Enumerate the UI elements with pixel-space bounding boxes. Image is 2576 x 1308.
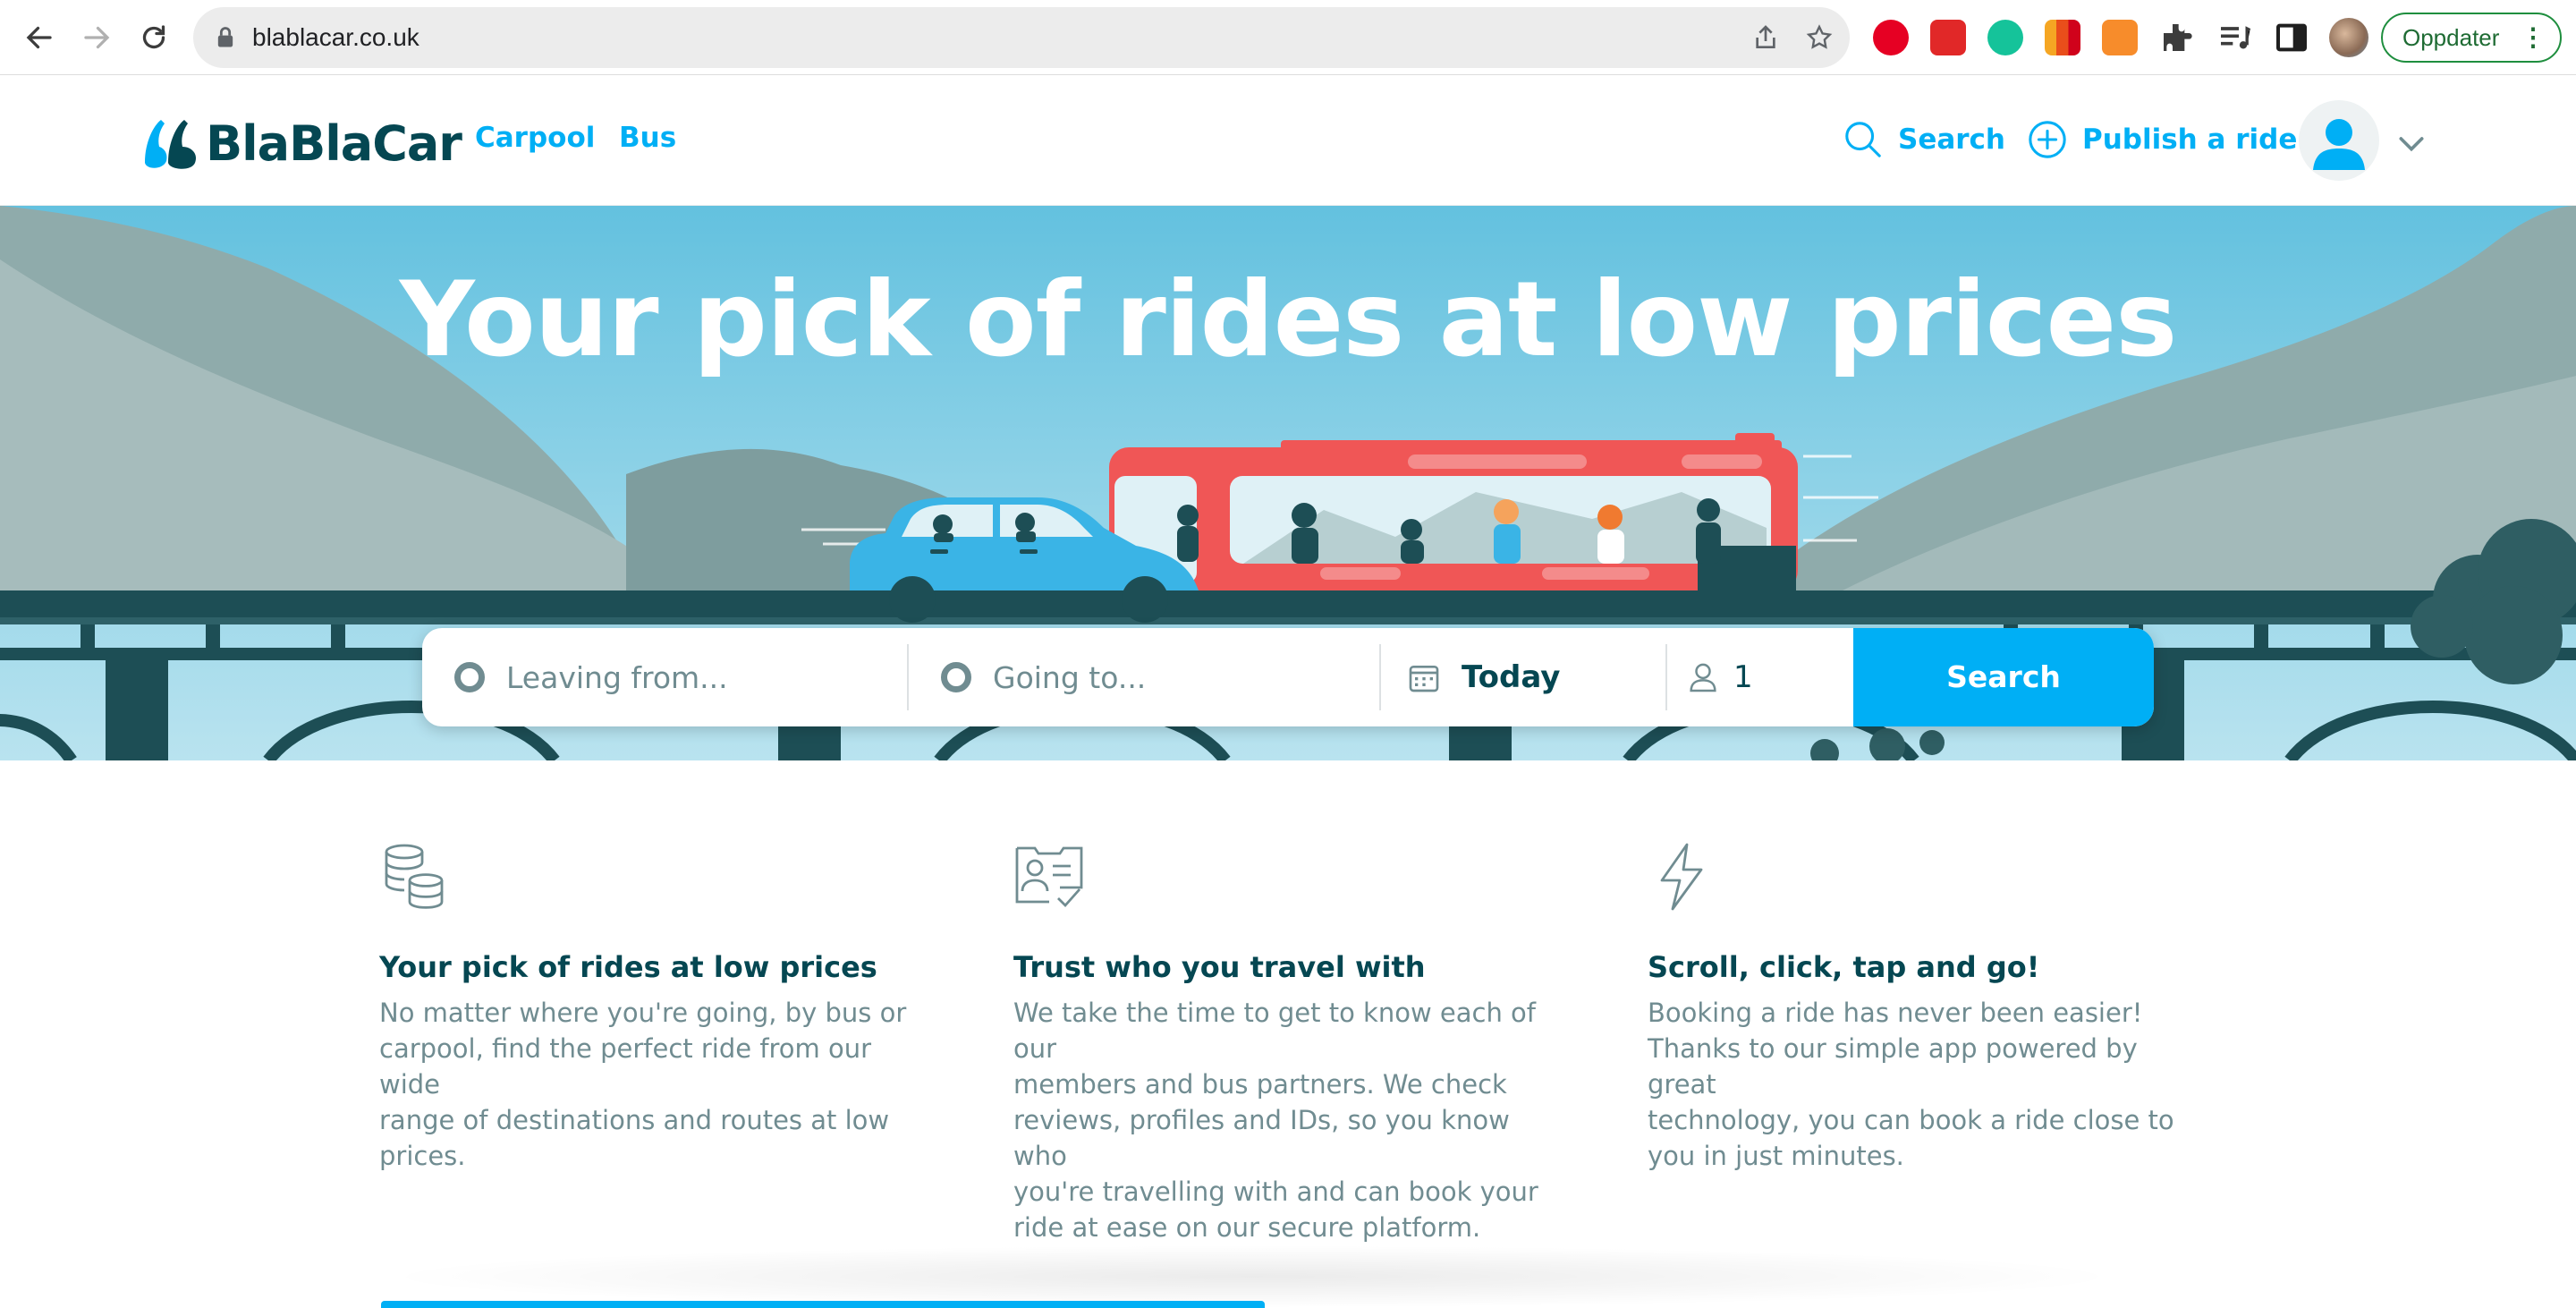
passengers-value: 1 xyxy=(1733,659,1753,695)
ride-search-form: Leaving from... Going to... Today 1 Sear… xyxy=(422,628,2154,726)
going-to-field[interactable]: Going to... xyxy=(909,628,1379,726)
back-button[interactable] xyxy=(16,14,63,61)
forward-arrow-icon xyxy=(84,26,110,49)
forward-button[interactable] xyxy=(73,14,120,61)
reload-button[interactable] xyxy=(131,14,177,61)
leaving-from-field[interactable]: Leaving from... xyxy=(422,628,907,726)
metrics-extension-icon[interactable] xyxy=(2045,20,2080,55)
header-search-label: Search xyxy=(1898,123,2006,156)
leaving-from-placeholder: Leaving from... xyxy=(506,659,728,695)
extensions-puzzle-icon[interactable] xyxy=(2159,20,2195,55)
address-bar[interactable]: blablacar.co.uk xyxy=(193,7,1850,68)
feature-title: Your pick of rides at low prices xyxy=(379,950,877,984)
side-panel-icon[interactable] xyxy=(2274,20,2309,55)
logo-text: BlaBlaCar xyxy=(206,115,462,172)
url-text: blablacar.co.uk xyxy=(252,23,419,51)
next-section-card-top xyxy=(381,1301,1265,1308)
feature-trust: Trust who you travel with We take the ti… xyxy=(1013,841,1568,1243)
hero-title: Your pick of rides at low prices xyxy=(399,259,2178,380)
feature-text-line: you in just minutes. xyxy=(1648,1141,1904,1171)
feature-description: We take the time to get to know each of … xyxy=(1013,995,1568,1245)
nav-carpool-link[interactable]: Carpool xyxy=(475,122,595,154)
publish-ride-label: Publish a ride xyxy=(2082,123,2298,156)
flipboard-extension-icon[interactable] xyxy=(1930,20,1966,55)
passengers-field[interactable]: 1 xyxy=(1667,628,1853,726)
site-header: BlaBlaCar Carpool Bus Search Publish a r… xyxy=(0,75,2576,206)
feature-text-line: range of destinations and routes at low xyxy=(379,1105,890,1135)
calendar-icon xyxy=(1409,666,1439,692)
feature-text-line: We take the time to get to know each of … xyxy=(1013,998,1537,1064)
bookmark-star-icon[interactable] xyxy=(1805,23,1834,52)
profile-avatar-icon[interactable] xyxy=(2329,18,2368,57)
lock-icon xyxy=(217,27,233,47)
more-menu-icon[interactable]: ⋮ xyxy=(2521,14,2546,61)
feature-text-line: Thanks to our simple app powered by grea… xyxy=(1648,1033,2138,1100)
feature-text-line: Booking a ride has never been easier! xyxy=(1648,998,2143,1028)
grammarly-extension-icon[interactable] xyxy=(1987,20,2023,55)
lightning-icon xyxy=(1660,843,1703,911)
search-icon xyxy=(1845,122,1881,157)
browser-toolbar: blablacar.co.uk Oppdater ⋮ xyxy=(0,0,2576,75)
share-icon[interactable] xyxy=(1751,23,1780,52)
feature-title: Scroll, click, tap and go! xyxy=(1648,950,2040,984)
feature-text-line: you're travelling with and can book your xyxy=(1013,1176,1538,1207)
search-rides-button[interactable]: Search xyxy=(1853,628,2154,726)
user-icon xyxy=(2313,119,2365,170)
person-icon xyxy=(1690,663,1716,692)
feature-title: Trust who you travel with xyxy=(1013,950,1426,984)
publish-ride-button[interactable]: Publish a ride xyxy=(2027,118,2297,161)
chevron-down-icon[interactable] xyxy=(2394,125,2429,161)
date-value: Today xyxy=(1462,659,1561,695)
honey-extension-icon[interactable] xyxy=(2102,20,2138,55)
date-field[interactable]: Today xyxy=(1381,628,1665,726)
header-search-button[interactable]: Search xyxy=(1843,118,2005,161)
back-arrow-icon xyxy=(26,26,52,49)
feature-description: No matter where you're going, by bus or … xyxy=(379,995,934,1174)
reading-list-icon[interactable] xyxy=(2216,20,2252,55)
feature-text-line: reviews, profiles and IDs, so you know w… xyxy=(1013,1105,1510,1171)
feature-text-line: members and bus partners. We check xyxy=(1013,1069,1507,1100)
user-avatar[interactable] xyxy=(2299,100,2379,181)
feature-text-line: carpool, find the perfect ride from our … xyxy=(379,1033,872,1100)
feature-description: Booking a ride has never been easier! Th… xyxy=(1648,995,2202,1174)
destination-circle-icon xyxy=(941,662,971,692)
feature-low-prices: Your pick of rides at low prices No matt… xyxy=(379,841,934,1171)
pinterest-extension-icon[interactable] xyxy=(1873,20,1909,55)
feature-text-line: ride at ease on our secure platform. xyxy=(1013,1212,1481,1243)
feature-easy-booking: Scroll, click, tap and go! Booking a rid… xyxy=(1648,841,2202,1171)
update-button-label: Oppdater xyxy=(2402,24,2500,51)
id-card-check-icon xyxy=(1015,846,1083,908)
going-to-placeholder: Going to... xyxy=(993,659,1147,695)
coins-icon xyxy=(385,844,444,909)
feature-text-line: prices. xyxy=(379,1141,466,1171)
feature-text-line: No matter where you're going, by bus or xyxy=(379,998,907,1028)
update-browser-button[interactable]: Oppdater ⋮ xyxy=(2381,13,2562,63)
blablacar-logo-mark-icon xyxy=(145,120,197,169)
origin-circle-icon xyxy=(454,662,485,692)
plus-circle-icon xyxy=(2029,121,2066,158)
nav-bus-link[interactable]: Bus xyxy=(619,122,676,154)
feature-text-line: technology, you can book a ride close to xyxy=(1648,1105,2174,1135)
card-shadow xyxy=(376,1245,2129,1308)
blablacar-logo[interactable]: BlaBlaCar xyxy=(141,111,462,175)
reload-icon xyxy=(142,25,165,49)
